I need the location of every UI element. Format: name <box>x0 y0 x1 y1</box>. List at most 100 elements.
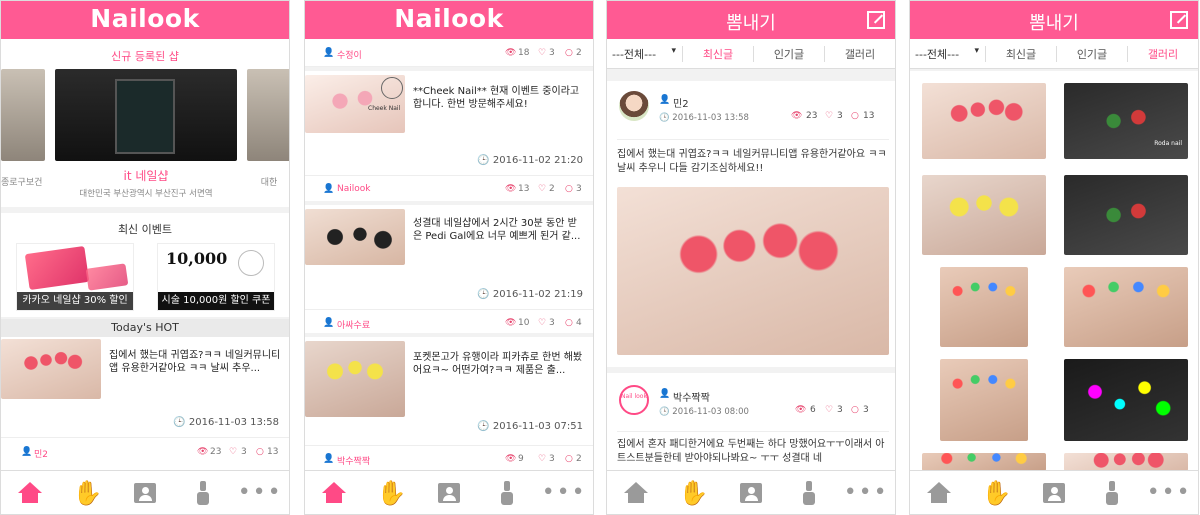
heart-icon: ♡ <box>229 447 238 457</box>
gallery-item[interactable] <box>922 453 1046 471</box>
bottom-nav: ✋ ••• <box>1 470 289 514</box>
post-likes: 2 <box>549 184 555 194</box>
nav-polish[interactable] <box>780 471 838 514</box>
nav-more[interactable]: ••• <box>535 471 593 514</box>
top-likes: 3 <box>549 48 555 58</box>
gallery-item[interactable] <box>1064 453 1188 471</box>
comment-icon: ○ <box>565 48 573 58</box>
hand-icon: ✋ <box>376 478 407 507</box>
event-label-kakao: 카카오 네일샵 30% 할인 <box>17 292 133 310</box>
post-date: 🕒 2016-11-02 21:20 <box>477 155 583 166</box>
nav-profile[interactable] <box>420 471 478 514</box>
nav-polish[interactable] <box>478 471 536 514</box>
nav-profile[interactable] <box>722 471 780 514</box>
views-icon: 👁 <box>505 48 517 58</box>
nav-profile[interactable] <box>1025 471 1083 514</box>
gallery-item[interactable] <box>940 267 1028 347</box>
feed-post[interactable]: 성결대 네일샵에서 2시간 30분 동안 받은 Pedi Gal에요 너무 예쁘… <box>305 205 593 333</box>
post-date: 🕒 2016-11-02 21:19 <box>477 289 583 300</box>
nav-home[interactable] <box>1 471 59 514</box>
more-icon: ••• <box>843 479 889 505</box>
nav-nail[interactable]: ✋ <box>363 471 421 514</box>
gallery-item[interactable] <box>1064 267 1188 347</box>
feed-post[interactable]: Cheek Nail **Cheek Nail** 현재 이벤트 중이라고 합니… <box>305 71 593 201</box>
nav-more[interactable]: ••• <box>1140 471 1198 514</box>
nav-nail[interactable]: ✋ <box>968 471 1026 514</box>
nav-polish[interactable] <box>1083 471 1141 514</box>
tab-latest[interactable]: 최신글 <box>985 45 1056 62</box>
tab-gallery[interactable]: 갤러리 <box>824 45 895 62</box>
hot-section[interactable]: Today's HOT 집에서 했는대 귀엽죠?ㅋㅋ 네일커뮤니티앱 유용한거같… <box>1 319 289 471</box>
tab-popular[interactable]: 인기글 <box>1056 45 1127 62</box>
category-select[interactable]: ---전체--- <box>607 46 682 62</box>
feed-post[interactable]: 포켓몬고가 유행이라 피카츄로 한번 해봤어요ㅋ~ 어떤가여?ㅋㅋ 제품은 출.… <box>305 337 593 471</box>
post-card[interactable]: 👤 민2 🕒 2016-11-03 13:58 👁 23 ♡ 3 ○ 13 집에… <box>607 81 895 367</box>
hot-likes: 3 <box>241 447 247 457</box>
nav-polish[interactable] <box>174 471 232 514</box>
new-shop-title: 신규 등록된 샵 <box>111 50 179 63</box>
views-icon: 👁 <box>505 184 517 194</box>
header: Nailook <box>305 1 593 39</box>
avatar: Nail look <box>619 385 649 415</box>
user-icon: 👤 <box>323 454 335 464</box>
heart-icon: ♡ <box>825 111 834 121</box>
profile-icon <box>437 482 460 503</box>
nav-profile[interactable] <box>116 471 174 514</box>
nav-more[interactable]: ••• <box>837 471 895 514</box>
gallery-item[interactable] <box>1064 175 1188 255</box>
polish-icon <box>500 480 513 505</box>
shop-card-right[interactable]: 대한 <box>247 69 289 199</box>
nav-home[interactable] <box>305 471 363 514</box>
hand-icon: ✋ <box>678 478 709 507</box>
hand-icon: ✋ <box>981 478 1012 507</box>
shop-left-label: 종로구보건 <box>1 178 43 188</box>
category-select[interactable]: ---전체--- <box>910 46 985 62</box>
home-icon <box>926 481 952 504</box>
post-views: 13 <box>518 184 530 194</box>
page-title: 뽐내기 <box>1029 13 1079 34</box>
brand-logo <box>381 77 403 99</box>
comment-icon: ○ <box>565 318 573 328</box>
gallery-item[interactable] <box>1064 359 1188 441</box>
user-icon: 👤 <box>659 95 671 105</box>
event-card-kakao[interactable]: 카카오 네일샵 30% 할인 <box>16 243 134 311</box>
post-user[interactable]: Nailook <box>337 184 370 194</box>
gallery-item[interactable] <box>922 175 1046 255</box>
home-icon <box>321 481 347 504</box>
post-user[interactable]: 박수짝짝 <box>673 389 710 404</box>
hot-user[interactable]: 민2 <box>34 447 48 460</box>
nav-home[interactable] <box>910 471 968 514</box>
comment-icon: ○ <box>565 184 573 194</box>
post-user[interactable]: 아싸수료 <box>337 318 370 331</box>
tab-latest[interactable]: 최신글 <box>682 45 753 62</box>
write-icon[interactable] <box>1170 11 1188 29</box>
nav-more[interactable]: ••• <box>231 471 289 514</box>
tab-gallery[interactable]: 갤러리 <box>1127 45 1198 62</box>
shop-card-main[interactable]: it 네일샵 대한민국 부산광역시 부산진구 서면역 <box>55 69 237 199</box>
post-user[interactable]: 박수짝짝 <box>337 454 370 467</box>
write-icon[interactable] <box>867 11 885 29</box>
post-card[interactable]: Nail look 👤 박수짝짝 🕒 2016-11-03 08:00 👁 6 … <box>607 373 895 473</box>
post-date: 🕒 2016-11-03 07:51 <box>477 421 583 432</box>
post-date: 🕒 2016-11-03 13:58 <box>659 113 749 123</box>
gallery-item[interactable]: Roda nail <box>1064 83 1188 159</box>
tab-popular[interactable]: 인기글 <box>753 45 824 62</box>
app-logo: Nailook <box>90 4 200 33</box>
shop-card-left[interactable]: 종로구보건 <box>1 69 45 199</box>
heart-icon: ♡ <box>538 184 547 194</box>
nav-home[interactable] <box>607 471 665 514</box>
post-user[interactable]: 민2 <box>673 95 689 110</box>
profile-icon <box>1042 482 1065 503</box>
top-user[interactable]: 수정이 <box>337 48 362 61</box>
bottom-nav: ✋ ••• <box>607 470 895 514</box>
post-date: 🕒 2016-11-03 08:00 <box>659 407 749 417</box>
nav-nail[interactable]: ✋ <box>59 471 117 514</box>
event-card-coupon[interactable]: 10,000 시술 10,000원 할인 쿠폰 <box>157 243 275 311</box>
post-comments: 4 <box>576 318 582 328</box>
profile-icon <box>739 482 762 503</box>
nav-nail[interactable]: ✋ <box>665 471 723 514</box>
gallery-item[interactable] <box>940 359 1028 441</box>
post-text: 집에서 했는대 귀엽죠?ㅋㅋ 네일커뮤니티앱 유용한거같아요 ㅋㅋ 날씨 추우니… <box>617 139 889 176</box>
gallery-item[interactable] <box>922 83 1046 159</box>
profile-icon <box>133 482 156 503</box>
